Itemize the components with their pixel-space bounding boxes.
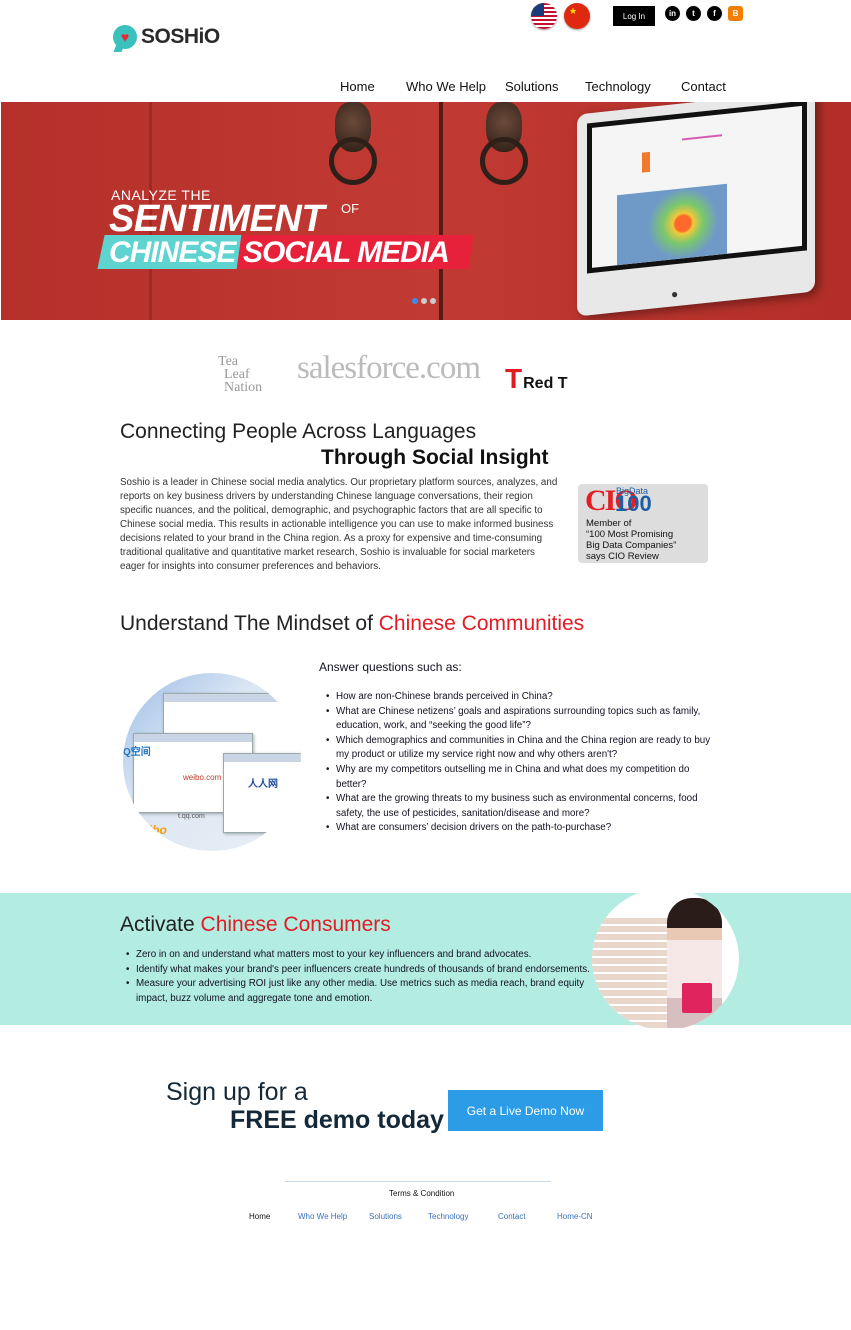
- salesforce-logo: salesforce.com: [297, 350, 481, 386]
- footer-nav-contact[interactable]: Contact: [498, 1212, 526, 1221]
- list-item: Identify what makes your brand's peer in…: [126, 963, 596, 978]
- china-flag-icon[interactable]: ★: [564, 3, 590, 29]
- qq-url-text: t.qq.com: [178, 813, 205, 820]
- slide-dot-1[interactable]: [412, 298, 418, 304]
- us-flag-icon[interactable]: [531, 3, 557, 29]
- cio-badge: CIO BigData 100 Member of “100 Most Prom…: [578, 484, 708, 563]
- monitor-image: [577, 102, 815, 317]
- intro-paragraph: Soshio is a leader in Chinese social med…: [120, 477, 558, 572]
- linkedin-icon[interactable]: in: [665, 6, 680, 21]
- footer-nav-who-we-help[interactable]: Who We Help: [298, 1212, 347, 1221]
- qq-text: Q空间: [123, 747, 151, 758]
- heatmap-graphic: [617, 183, 727, 266]
- footer-nav-home-cn[interactable]: Home-CN: [557, 1212, 593, 1221]
- renren-text: 人人网: [248, 779, 278, 790]
- list-item: Which demographics and communities in Ch…: [326, 734, 716, 763]
- nav-home[interactable]: Home: [340, 79, 375, 94]
- list-item: What are consumers’ decision drivers on …: [326, 821, 716, 836]
- cio-text: Member of “100 Most Promising Big Data C…: [586, 518, 677, 562]
- footer-nav-home[interactable]: Home: [249, 1212, 270, 1221]
- nav-solutions[interactable]: Solutions: [505, 79, 558, 94]
- soshio-logo[interactable]: ♥ SOSHiO: [113, 25, 220, 49]
- signup-line1: Sign up for a: [166, 1078, 308, 1106]
- door-gap: [439, 102, 443, 320]
- door-knocker-left: [323, 102, 383, 192]
- nav-who-we-help[interactable]: Who We Help: [406, 79, 486, 94]
- list-item: What are the growing threats to my busin…: [326, 792, 716, 821]
- slide-dot-2[interactable]: [421, 298, 427, 304]
- connect-heading: Connecting People Across Languages: [120, 420, 477, 443]
- signup-line2: FREE demo today: [230, 1106, 444, 1134]
- hero-of: OF: [341, 201, 360, 216]
- hero-slideshow[interactable]: ANALYZE THE SENTIMENT OF CHINESE SOCIAL …: [1, 102, 851, 320]
- mindset-heading: Understand The Mindset of Chinese Commun…: [120, 612, 585, 635]
- red-t-logo: T Red T: [505, 363, 568, 394]
- hero-word-chinese: CHINESE: [109, 236, 236, 269]
- list-item: How are non-Chinese brands perceived in …: [326, 690, 716, 705]
- slide-dot-3[interactable]: [430, 298, 436, 304]
- list-item: Zero in on and understand what matters m…: [126, 948, 596, 963]
- facebook-icon[interactable]: f: [707, 6, 722, 21]
- hero-word-social-media: SOCIAL MEDIA: [243, 236, 450, 269]
- questions-list: How are non-Chinese brands perceived in …: [326, 690, 716, 836]
- terms-link[interactable]: Terms & Condition: [389, 1189, 454, 1198]
- main-nav: Home Who We Help Solutions Technology Co…: [0, 79, 851, 95]
- footer-nav-technology[interactable]: Technology: [428, 1212, 468, 1221]
- login-button[interactable]: Log In: [613, 6, 655, 26]
- door-knocker-right: [474, 102, 534, 192]
- list-item: Why are my competitors outselling me in …: [326, 763, 716, 792]
- footer-nav-solutions[interactable]: Solutions: [369, 1212, 402, 1221]
- live-demo-button[interactable]: Get a Live Demo Now: [448, 1090, 603, 1131]
- chinese-social-sites-image: Q空间 人人网 weibo.com t.qq.com Weibo: [123, 673, 301, 851]
- blogger-icon[interactable]: B: [728, 6, 743, 21]
- apple-logo-icon: ●: [671, 287, 679, 301]
- weibo-url-text: weibo.com: [183, 773, 222, 782]
- nav-contact[interactable]: Contact: [681, 79, 726, 94]
- speech-heart-icon: ♥: [113, 25, 137, 49]
- cio-100: 100: [615, 491, 652, 516]
- list-item: What are Chinese netizens’ goals and asp…: [326, 705, 716, 734]
- answer-heading: Answer questions such as:: [319, 660, 462, 674]
- connect-subheading: Through Social Insight: [321, 446, 549, 469]
- activate-list: Zero in on and understand what matters m…: [126, 948, 596, 1006]
- nav-technology[interactable]: Technology: [585, 79, 651, 94]
- shopper-image: [592, 888, 739, 1030]
- twitter-icon[interactable]: t: [686, 6, 701, 21]
- logo-text: SOSHiO: [141, 25, 220, 48]
- list-item: Measure your advertising ROI just like a…: [126, 977, 596, 1006]
- slide-dots: [412, 298, 436, 304]
- tea-leaf-nation-logo: Tea Leaf Nation: [218, 354, 263, 395]
- dashboard-screen: [587, 102, 807, 274]
- footer-divider: [285, 1181, 551, 1182]
- activate-heading: Activate Chinese Consumers: [120, 913, 391, 936]
- weibo-text: Weibo: [131, 823, 167, 837]
